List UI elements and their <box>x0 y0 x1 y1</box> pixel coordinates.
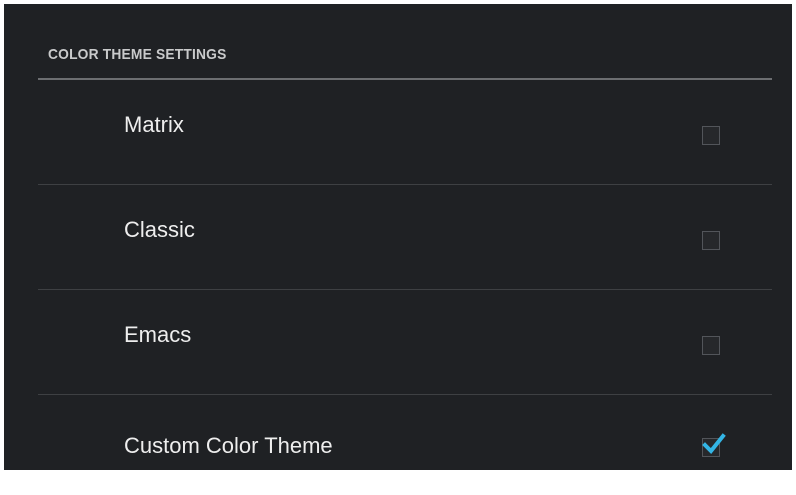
preference-title: Emacs <box>124 322 192 347</box>
preference-classic[interactable]: Classic <box>38 185 772 290</box>
preference-title: Custom Color Theme <box>124 433 333 458</box>
checkbox-unchecked-icon[interactable] <box>702 336 720 355</box>
section-header: COLOR THEME SETTINGS <box>48 46 227 63</box>
checkbox-unchecked-icon[interactable] <box>702 231 720 250</box>
settings-screen: COLOR THEME SETTINGS Matrix Classic Emac… <box>4 4 792 470</box>
checkbox-checked-icon[interactable] <box>702 433 726 457</box>
preference-emacs[interactable]: Emacs <box>38 290 772 395</box>
preference-custom-color-theme[interactable]: Custom Color Theme <box>38 395 772 470</box>
preference-title: Matrix <box>124 112 184 137</box>
check-mark-icon <box>702 433 726 454</box>
preference-title: Classic <box>124 217 195 242</box>
checkbox-unchecked-icon[interactable] <box>702 126 720 145</box>
preference-list: Matrix Classic Emacs Custom Color Theme <box>38 80 772 470</box>
preference-matrix[interactable]: Matrix <box>38 80 772 185</box>
